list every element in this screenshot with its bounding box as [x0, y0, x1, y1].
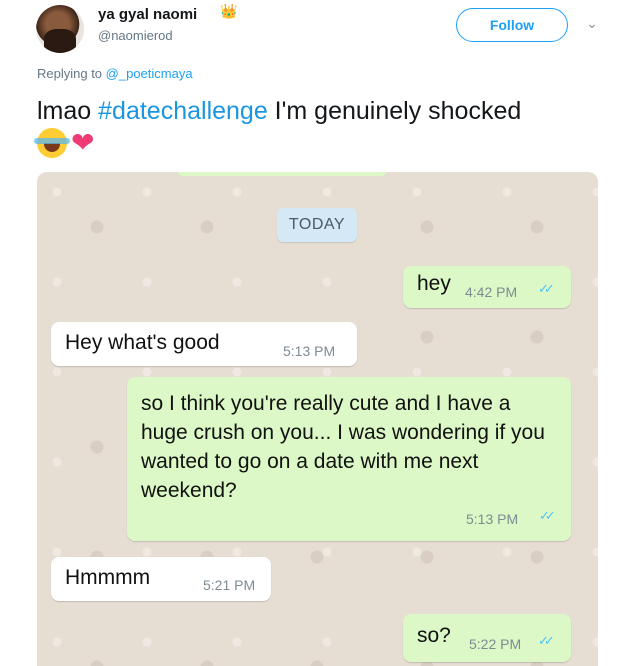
- incoming-message: Hey what's good 5:13 PM: [51, 322, 357, 366]
- tweet-text: lmao #datechallenge I'm genuinely shocke…: [37, 95, 617, 127]
- reply-prefix: Replying to: [37, 66, 103, 81]
- read-ticks-icon: ✓✓: [539, 509, 556, 524]
- avatar[interactable]: [36, 5, 84, 53]
- hashtag-link[interactable]: #datechallenge: [98, 97, 268, 125]
- tweet-text-start: lmao: [37, 97, 99, 125]
- message-time: 5:21 PM: [203, 577, 256, 593]
- message-time: 5:13 PM: [466, 511, 519, 527]
- tweet-emojis: ❤: [34, 126, 101, 160]
- message-text: Hmmmm: [65, 566, 151, 589]
- display-name[interactable]: ya gyal naomi: [98, 6, 197, 23]
- incoming-message: Hmmmm 5:21 PM: [51, 557, 271, 601]
- replying-to: Replying to @_poeticmaya: [37, 66, 193, 81]
- message-time: 5:13 PM: [283, 343, 336, 359]
- tears-of-joy-icon: [34, 128, 70, 158]
- chat-screenshot-image[interactable]: TODAY hey 4:42 PM ✓✓ Hey what's good 5:1…: [37, 172, 598, 666]
- sparkling-heart-icon: ❤: [71, 126, 95, 159]
- message-text: Hey what's good: [65, 331, 220, 354]
- outgoing-message: hey 4:42 PM ✓✓: [403, 266, 571, 308]
- outgoing-message: so? 5:22 PM ✓✓: [403, 614, 571, 662]
- crown-icon: 👑: [220, 4, 238, 20]
- read-ticks-icon: ✓✓: [538, 634, 555, 649]
- message-time: 4:42 PM: [465, 284, 518, 300]
- message-text: hey: [417, 272, 451, 295]
- message-text: so?: [417, 624, 451, 647]
- read-ticks-icon: ✓✓: [538, 282, 555, 297]
- user-handle[interactable]: @naomierod: [98, 28, 173, 43]
- message-text: so I think you're really cute and I have…: [141, 392, 545, 502]
- reply-to-link[interactable]: @_poeticmaya: [106, 66, 193, 81]
- chevron-down-icon[interactable]: ⌄: [582, 14, 602, 34]
- outgoing-message: so I think you're really cute and I have…: [127, 377, 571, 541]
- message-time: 5:22 PM: [469, 636, 522, 652]
- tweet-text-end: I'm genuinely shocked: [267, 97, 522, 125]
- date-divider: TODAY: [277, 208, 357, 242]
- tweet-header: ya gyal naomi 👑 @naomierod Follow ⌄: [0, 0, 635, 60]
- follow-button[interactable]: Follow: [456, 8, 568, 42]
- previous-message-edge: [177, 172, 387, 176]
